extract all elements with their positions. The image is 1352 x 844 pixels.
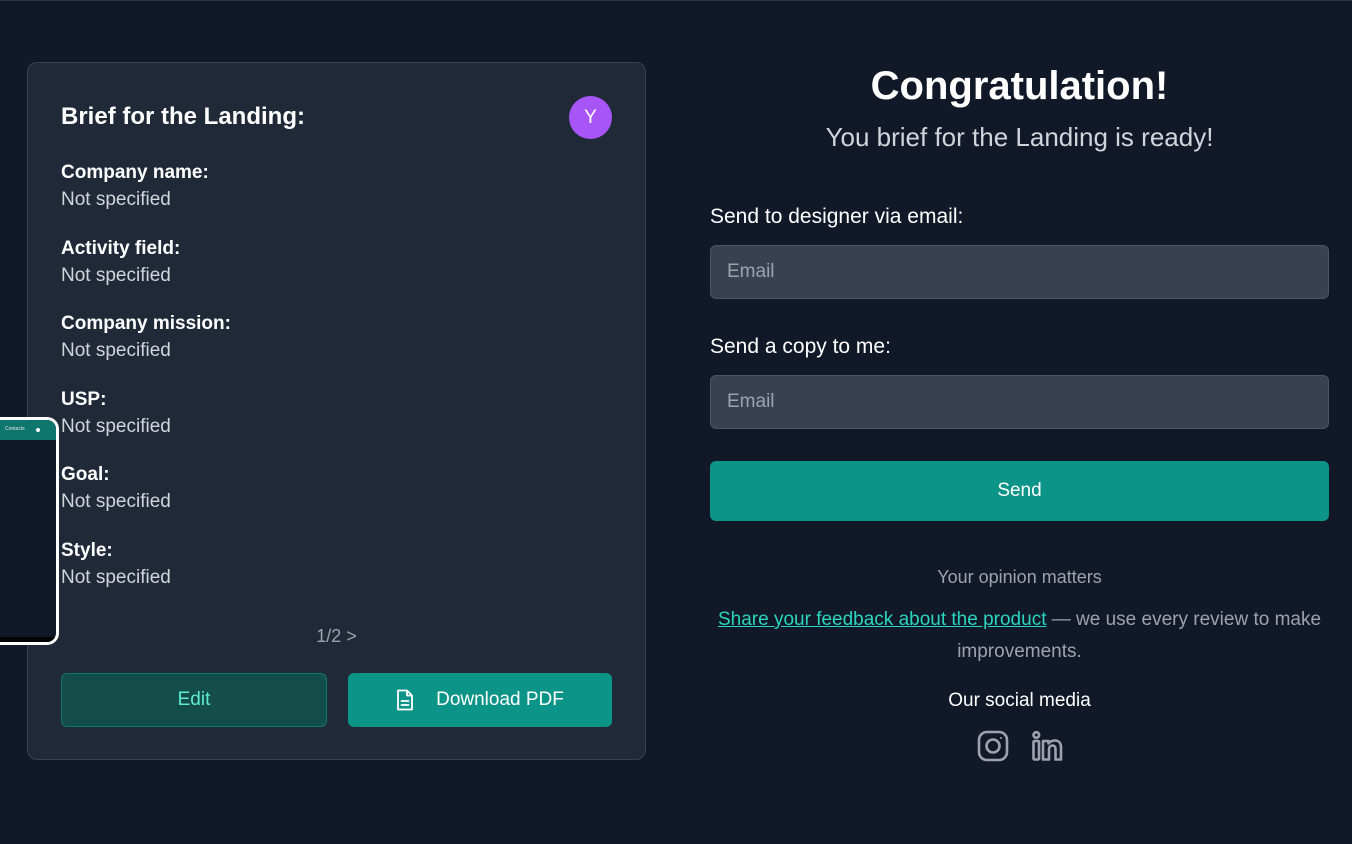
field-label: Company mission: [61,313,231,334]
brief-card: Brief for the Landing: Y Company name: N… [27,62,646,760]
send-button[interactable]: Send [710,461,1329,521]
feedback-link[interactable]: Share your feedback about the product [718,609,1047,630]
field-style: Style: Not specified [61,539,171,591]
field-label: USP: [61,389,107,410]
field-value: Not specified [61,265,171,286]
designer-email-input[interactable] [710,245,1329,299]
field-usp: USP: Not specified [61,388,171,440]
edit-button[interactable]: Edit [61,673,327,727]
phone-header-bar: Contacts [0,420,56,440]
copy-email-input[interactable] [710,375,1329,429]
field-label: Company name: [61,162,209,183]
field-value: Not specified [61,189,171,210]
feedback-text: Share your feedback about the product — … [710,604,1329,668]
download-pdf-label: Download PDF [436,689,564,710]
designer-email-label: Send to designer via email: [710,205,964,228]
field-activity-field: Activity field: Not specified [61,237,180,289]
field-company-name: Company name: Not specified [61,161,209,213]
page-subheading: You brief for the Landing is ready! [825,122,1214,152]
field-label: Style: [61,540,113,561]
page-heading: Congratulation! [870,64,1169,108]
field-label: Activity field: [61,238,181,259]
user-avatar[interactable]: Y [569,96,612,139]
document-icon [396,689,414,711]
social-icons [710,730,1329,762]
social-title: Our social media [948,690,1091,711]
pagination[interactable]: 1/2 > [28,626,645,647]
field-value: Not specified [61,340,171,361]
phone-preview[interactable]: Contacts [0,417,59,645]
linkedin-icon[interactable] [1031,730,1063,762]
top-border [0,0,1352,1]
field-value: Not specified [61,567,171,588]
opinion-text: Your opinion matters [937,567,1102,587]
copy-email-label: Send a copy to me: [710,335,891,358]
field-company-mission: Company mission: Not specified [61,312,231,364]
phone-toggle-icon [34,426,42,434]
phone-header-text: Contacts [5,426,25,432]
brief-title: Brief for the Landing: [61,103,305,130]
field-value: Not specified [61,491,171,512]
field-value: Not specified [61,416,171,437]
phone-bottom-bar [0,637,56,642]
field-goal: Goal: Not specified [61,463,171,515]
field-label: Goal: [61,464,110,485]
download-pdf-button[interactable]: Download PDF [348,673,612,727]
instagram-icon[interactable] [977,730,1009,762]
